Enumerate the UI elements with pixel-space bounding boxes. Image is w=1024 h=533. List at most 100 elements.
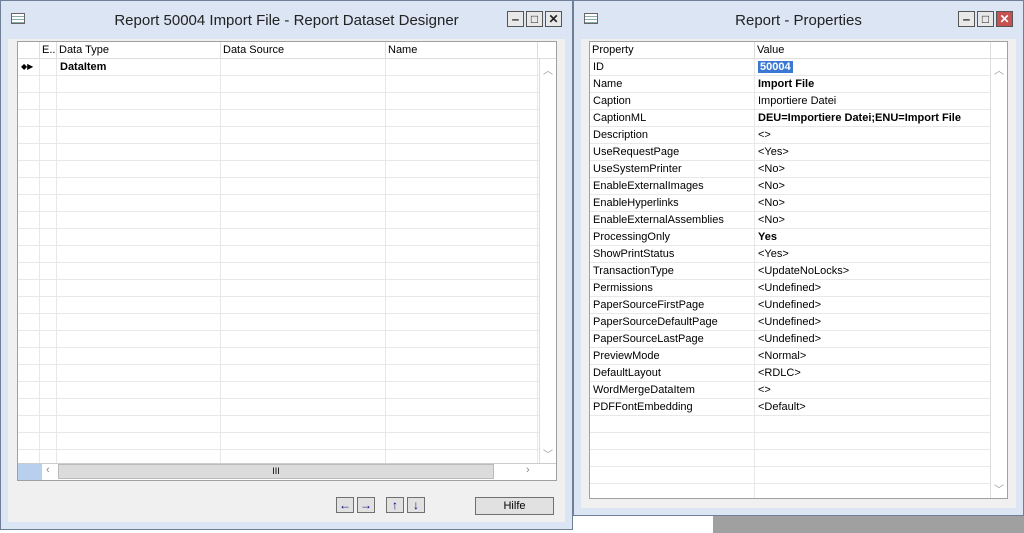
cell-e[interactable]	[40, 314, 57, 330]
cell-name[interactable]	[386, 433, 538, 449]
cell-e[interactable]	[40, 280, 57, 296]
selected-value[interactable]: 50004	[758, 61, 793, 73]
cell-data-source[interactable]	[221, 127, 386, 143]
property-value[interactable]: <No>	[755, 212, 991, 228]
move-up-button[interactable]: ↑	[386, 497, 404, 513]
cell-data-type[interactable]	[57, 365, 221, 381]
cell-name[interactable]	[386, 314, 538, 330]
cell-name[interactable]	[386, 365, 538, 381]
property-value[interactable]	[755, 484, 991, 498]
table-row[interactable]	[18, 314, 556, 331]
cell-name[interactable]	[386, 382, 538, 398]
property-name[interactable]: EnableExternalAssemblies	[590, 212, 755, 228]
property-value[interactable]: <Undefined>	[755, 297, 991, 313]
property-name[interactable]: Description	[590, 127, 755, 143]
cell-data-type[interactable]	[57, 246, 221, 262]
cell-data-source[interactable]	[221, 161, 386, 177]
table-row[interactable]	[18, 348, 556, 365]
property-name[interactable]: PreviewMode	[590, 348, 755, 364]
cell-name[interactable]	[386, 178, 538, 194]
maximize-button[interactable]: □	[526, 11, 543, 27]
cell-e[interactable]	[40, 93, 57, 109]
scroll-right-icon[interactable]: ›	[526, 464, 530, 476]
row-selector[interactable]	[18, 365, 40, 381]
table-row[interactable]	[18, 195, 556, 212]
cell-data-type[interactable]	[57, 195, 221, 211]
scroll-up-icon[interactable]: ︿	[991, 62, 1007, 77]
property-value[interactable]: <Normal>	[755, 348, 991, 364]
row-selector[interactable]	[18, 416, 40, 432]
property-value[interactable]: <Yes>	[755, 144, 991, 160]
cell-name[interactable]	[386, 348, 538, 364]
cell-data-type[interactable]	[57, 161, 221, 177]
row-selector[interactable]	[18, 297, 40, 313]
cell-data-type[interactable]	[57, 144, 221, 160]
cell-name[interactable]	[386, 246, 538, 262]
row-selector[interactable]	[18, 382, 40, 398]
property-name[interactable]: PaperSourceDefaultPage	[590, 314, 755, 330]
cell-data-type[interactable]	[57, 76, 221, 92]
property-row[interactable]: UseRequestPage <Yes>	[590, 144, 1007, 161]
property-row[interactable]	[590, 416, 1007, 433]
table-row[interactable]	[18, 246, 556, 263]
cell-data-source[interactable]	[221, 76, 386, 92]
property-value[interactable]	[755, 433, 991, 449]
cell-name[interactable]	[386, 229, 538, 245]
cell-e[interactable]	[40, 365, 57, 381]
property-value[interactable]: <UpdateNoLocks>	[755, 263, 991, 279]
property-row[interactable]: Description <>	[590, 127, 1007, 144]
row-selector[interactable]: ◆▶	[18, 59, 40, 75]
cell-data-type[interactable]	[57, 433, 221, 449]
cell-name[interactable]	[386, 127, 538, 143]
cell-name[interactable]	[386, 93, 538, 109]
property-name[interactable]: UseRequestPage	[590, 144, 755, 160]
cell-data-type[interactable]	[57, 297, 221, 313]
scroll-left-icon[interactable]: ‹	[46, 464, 50, 476]
cell-e[interactable]	[40, 263, 57, 279]
property-value[interactable]: DEU=Importiere Datei;ENU=Import File	[755, 110, 991, 126]
cell-name[interactable]	[386, 76, 538, 92]
property-row[interactable]: Name Import File	[590, 76, 1007, 93]
cell-name[interactable]	[386, 331, 538, 347]
property-name[interactable]	[590, 450, 755, 466]
property-value[interactable]: <RDLC>	[755, 365, 991, 381]
cell-data-type[interactable]	[57, 382, 221, 398]
row-selector[interactable]	[18, 110, 40, 126]
close-button[interactable]: ✕	[996, 11, 1013, 27]
property-value[interactable]: Importiere Datei	[755, 93, 991, 109]
property-row[interactable]: Permissions <Undefined>	[590, 280, 1007, 297]
property-row[interactable]: ShowPrintStatus <Yes>	[590, 246, 1007, 263]
cell-data-source[interactable]	[221, 93, 386, 109]
cell-data-source[interactable]	[221, 433, 386, 449]
row-selector[interactable]	[18, 246, 40, 262]
property-value[interactable]: Import File	[755, 76, 991, 92]
property-name[interactable]: EnableExternalImages	[590, 178, 755, 194]
cell-e[interactable]	[40, 161, 57, 177]
row-selector[interactable]	[18, 144, 40, 160]
table-row[interactable]	[18, 110, 556, 127]
property-value[interactable]: <No>	[755, 195, 991, 211]
cell-name[interactable]	[386, 110, 538, 126]
property-row[interactable]: EnableExternalImages <No>	[590, 178, 1007, 195]
property-row[interactable]: DefaultLayout <RDLC>	[590, 365, 1007, 382]
cell-data-source[interactable]	[221, 416, 386, 432]
property-name[interactable]	[590, 484, 755, 498]
cell-e[interactable]	[40, 297, 57, 313]
property-value[interactable]: <No>	[755, 161, 991, 177]
cell-e[interactable]	[40, 110, 57, 126]
property-name[interactable]: DefaultLayout	[590, 365, 755, 381]
cell-e[interactable]	[40, 382, 57, 398]
cell-name[interactable]	[386, 195, 538, 211]
property-name[interactable]: CaptionML	[590, 110, 755, 126]
property-name[interactable]: ProcessingOnly	[590, 229, 755, 245]
row-selector[interactable]	[18, 263, 40, 279]
cell-e[interactable]	[40, 127, 57, 143]
scroll-up-icon[interactable]: ︿	[540, 62, 556, 77]
table-row[interactable]	[18, 229, 556, 246]
table-row[interactable]: ◆▶ DataItem	[18, 59, 556, 76]
cell-data-source[interactable]	[221, 382, 386, 398]
row-selector[interactable]	[18, 229, 40, 245]
cell-e[interactable]	[40, 348, 57, 364]
table-row[interactable]	[18, 433, 556, 450]
property-row[interactable]: PaperSourceLastPage <Undefined>	[590, 331, 1007, 348]
